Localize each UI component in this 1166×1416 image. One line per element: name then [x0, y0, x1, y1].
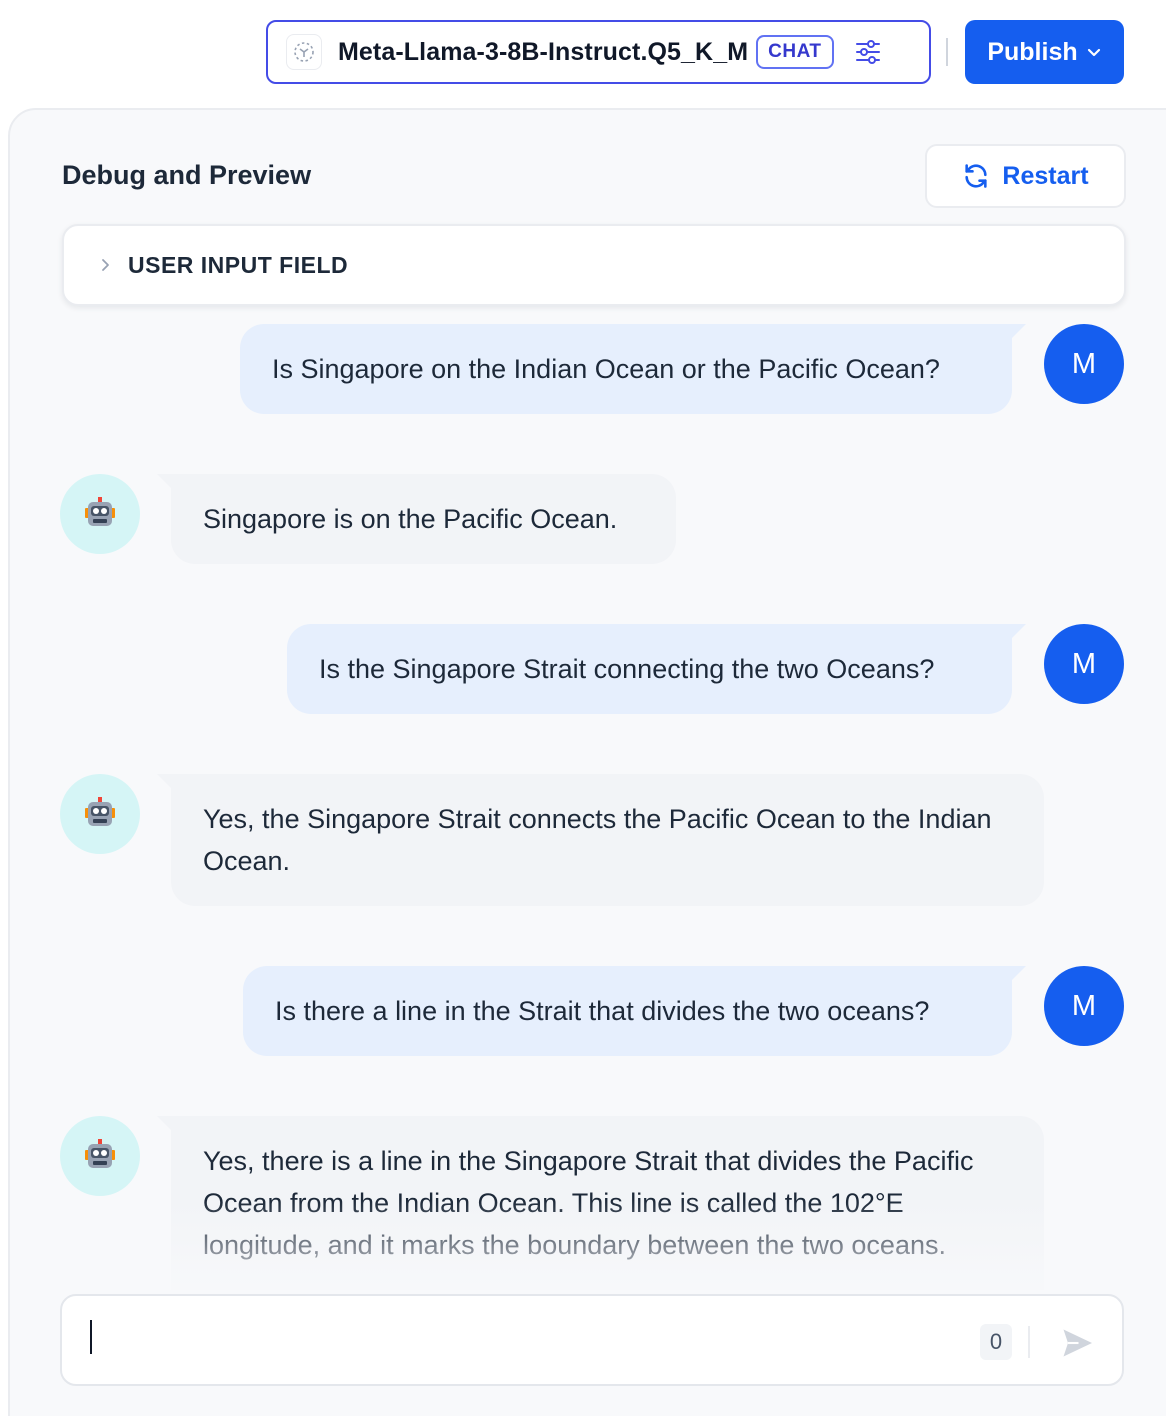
publish-button[interactable]: Publish [965, 20, 1124, 84]
refresh-icon [965, 164, 988, 188]
publish-label: Publish [987, 37, 1078, 66]
model-name: Meta-Llama-3-8B-Instruct.Q5_K_M [338, 37, 749, 66]
char-counter: 0 [980, 1324, 1012, 1360]
panel-title: Debug and Preview [62, 160, 312, 190]
user-message: Is the Singapore Strait connecting the t… [287, 624, 1026, 714]
message-text: Yes, the Singapore Strait connects the P… [203, 804, 992, 876]
bot-message: Yes, the Singapore Strait connects the P… [157, 774, 1044, 906]
message-text: Singapore is on the Pacific Ocean. [203, 504, 618, 534]
user-avatar: M [1044, 624, 1124, 704]
send-icon [1063, 1329, 1092, 1357]
avatar-initial: M [1071, 647, 1097, 680]
message-text: Is Singapore on the Indian Ocean or the … [272, 353, 940, 384]
chevron-right-icon [98, 258, 112, 272]
robot-icon [85, 797, 115, 826]
message-text: Is the Singapore Strait connecting the t… [319, 653, 935, 684]
user-message: Is Singapore on the Indian Ocean or the … [240, 324, 1026, 414]
robot-icon [85, 497, 115, 526]
model-selector[interactable]: Meta-Llama-3-8B-Instruct.Q5_K_M CHAT [266, 20, 931, 84]
message-text: Yes, there is a line in the Singapore St… [203, 1146, 974, 1260]
chat-input[interactable]: 0 [60, 1294, 1124, 1386]
text-caret [90, 1320, 92, 1354]
bot-message: Yes, there is a line in the Singapore St… [157, 1116, 1044, 1290]
model-mode-badge: CHAT [756, 35, 834, 69]
bot-avatar [60, 774, 140, 854]
bot-avatar [60, 474, 140, 554]
chevron-down-icon [1087, 48, 1100, 57]
bot-message-clip: Yes, there is a line in the Singapore St… [150, 1116, 1050, 1290]
restart-label: Restart [1002, 161, 1089, 190]
avatar-initial: M [1071, 347, 1097, 380]
restart-button[interactable]: Restart [925, 144, 1126, 208]
settings-sliders-icon[interactable] [852, 36, 884, 68]
user-avatar: M [1044, 966, 1124, 1046]
send-button[interactable] [1058, 1324, 1096, 1362]
user-input-field-label: USER INPUT FIELD [128, 251, 349, 278]
toolbar-divider [946, 38, 948, 66]
robot-icon [85, 1139, 115, 1168]
user-avatar: M [1044, 324, 1124, 404]
message-text: Is there a line in the Strait that divid… [275, 995, 930, 1026]
user-input-field-section[interactable]: USER INPUT FIELD [62, 224, 1126, 306]
composer-divider [1028, 1326, 1030, 1358]
model-provider-icon [286, 34, 322, 70]
avatar-initial: M [1071, 989, 1097, 1022]
bot-message: Singapore is on the Pacific Ocean. [157, 474, 676, 564]
user-message: Is there a line in the Strait that divid… [243, 966, 1026, 1056]
bot-avatar [60, 1116, 140, 1196]
